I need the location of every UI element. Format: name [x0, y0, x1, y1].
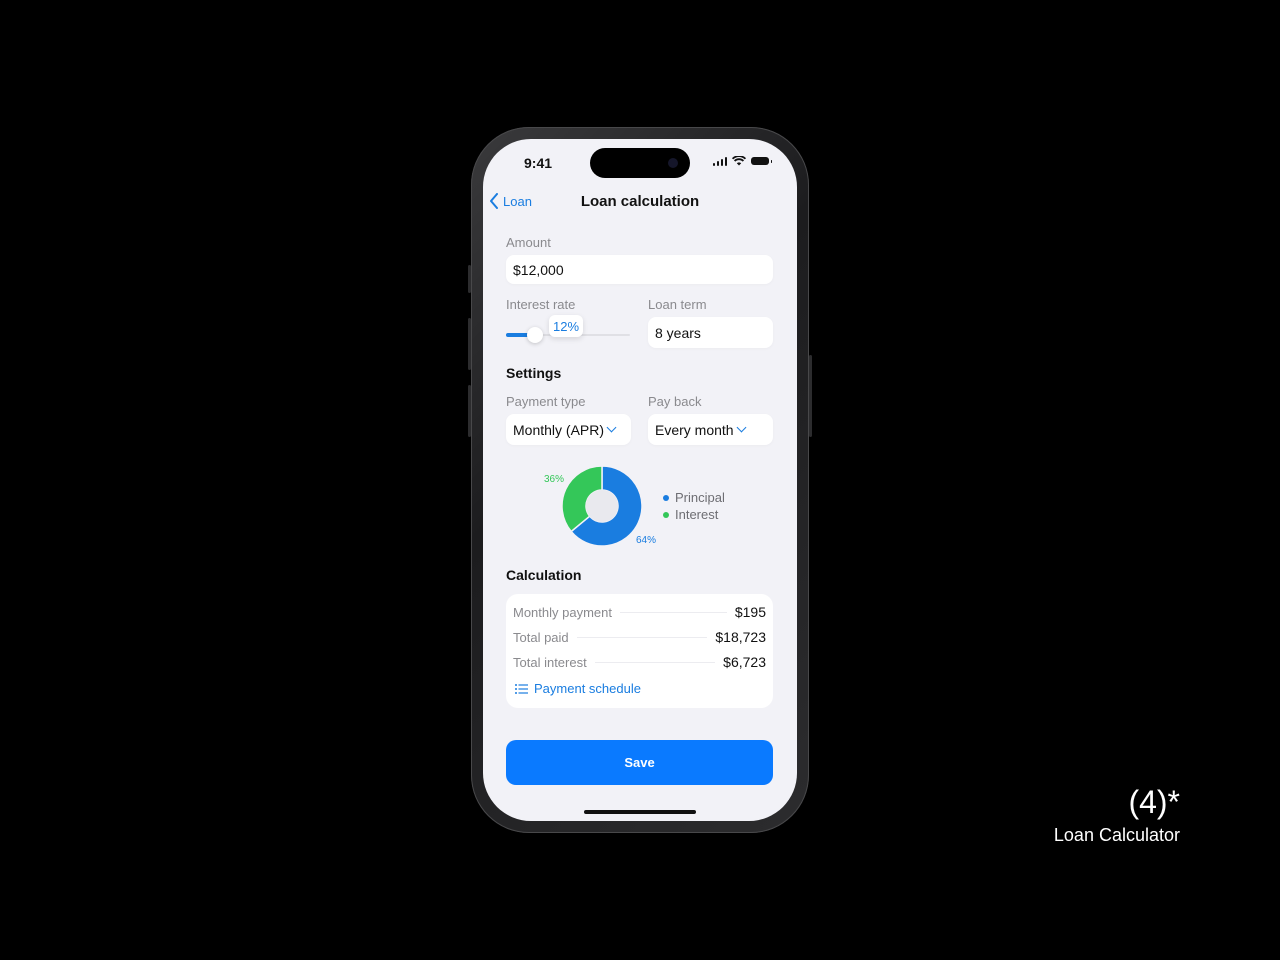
donut-label-principal: 64%: [636, 535, 656, 546]
legend-item-interest: Interest: [663, 506, 725, 523]
caption-title: Loan Calculator: [1053, 825, 1180, 845]
dynamic-island: [590, 148, 690, 178]
calculation-heading: Calculation: [506, 567, 582, 583]
leader-line: [594, 661, 716, 663]
payment-type-label: Payment type: [506, 394, 586, 409]
volume-down-button: [468, 385, 471, 437]
power-button: [809, 355, 812, 437]
settings-heading: Settings: [506, 365, 562, 381]
payment-type-value: Monthly (APR): [513, 421, 605, 438]
payment-schedule-label: Payment schedule: [534, 681, 641, 696]
phone-screen: 9:41 Loan Loan calculation Amount $12,00…: [483, 139, 797, 821]
wifi-icon: [732, 156, 746, 166]
calc-value: $195: [734, 604, 766, 620]
donut-hole: [586, 490, 618, 522]
calc-row-monthly-payment: Monthly payment $195: [513, 602, 766, 622]
navigation-bar: Loan Loan calculation: [483, 191, 797, 215]
calc-value: $18,723: [715, 629, 766, 645]
loan-term-field[interactable]: 8 years: [648, 317, 773, 348]
legend-label-interest: Interest: [675, 507, 719, 522]
donut-label-interest: 36%: [544, 474, 564, 485]
chevron-down-icon: [736, 422, 747, 433]
legend-dot-principal: [663, 494, 669, 501]
volume-up-button: [468, 318, 471, 370]
loan-term-label: Loan term: [648, 297, 707, 312]
caption-number: (4)*: [1128, 784, 1180, 820]
leader-line: [576, 636, 708, 638]
calc-row-total-paid: Total paid $18,723: [513, 627, 766, 647]
calc-row-total-interest: Total interest $6,723: [513, 652, 766, 672]
calc-value: $6,723: [723, 654, 766, 670]
cellular-signal-icon: [712, 156, 727, 166]
calc-label: Total paid: [513, 629, 569, 645]
interest-rate-label: Interest rate: [506, 297, 576, 312]
save-button[interactable]: Save: [506, 740, 773, 785]
chevron-down-icon: [606, 422, 617, 433]
list-icon: [515, 683, 528, 694]
calculation-card: Monthly payment $195 Total paid $18,723 To…: [506, 594, 773, 708]
payment-type-select[interactable]: Monthly (APR): [506, 414, 631, 445]
amount-field[interactable]: $12,000: [506, 255, 773, 284]
camera-icon: [668, 158, 678, 168]
principal-interest-donut-chart: 64% 36%: [544, 465, 656, 547]
calc-label: Monthly payment: [513, 604, 612, 620]
page-title: Loan calculation: [580, 193, 700, 210]
chart-legend: Principal Interest: [663, 489, 725, 523]
status-time: 9:41: [524, 155, 553, 171]
pay-back-value: Every month: [655, 421, 734, 438]
legend-item-principal: Principal: [663, 489, 725, 506]
calc-label: Total interest: [513, 654, 587, 670]
pay-back-label: Pay back: [648, 394, 702, 409]
battery-icon: [751, 157, 772, 165]
leader-line: [620, 611, 727, 613]
interest-rate-tooltip: 12%: [549, 315, 583, 337]
payment-schedule-link[interactable]: Payment schedule: [515, 681, 641, 696]
status-icons: [712, 156, 772, 166]
legend-label-principal: Principal: [675, 490, 725, 505]
home-indicator[interactable]: [584, 810, 696, 814]
legend-dot-interest: [663, 511, 669, 518]
slider-thumb[interactable]: [526, 327, 543, 343]
pay-back-select[interactable]: Every month: [648, 414, 773, 445]
action-button: [468, 265, 471, 293]
amount-label: Amount: [506, 235, 551, 250]
